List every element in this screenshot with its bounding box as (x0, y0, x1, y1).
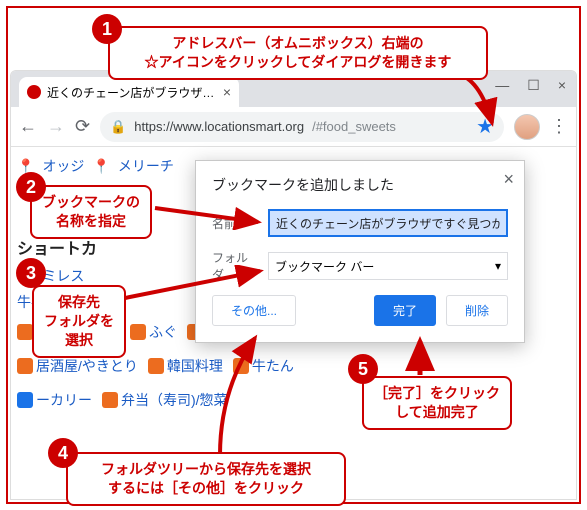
folder-label: フォルダ (212, 249, 256, 283)
badge-2: 2 (16, 172, 46, 202)
favicon (27, 85, 41, 99)
chip-icon (17, 358, 33, 374)
category-chip[interactable]: 牛たん (233, 353, 294, 379)
close-window-icon[interactable]: × (558, 77, 566, 94)
address-bar[interactable]: 🔒 https://www.locationsmart.org /#food_sw… (100, 112, 504, 142)
map-pin-icon: 📍 (92, 153, 109, 179)
chevron-down-icon: ▾ (495, 259, 501, 273)
place-link[interactable]: メリーチ (118, 153, 174, 179)
kebab-menu-icon[interactable]: ⋮ (550, 116, 568, 137)
name-label: 名前 (212, 215, 256, 232)
done-button[interactable]: 完了 (374, 295, 436, 326)
chip-icon (17, 324, 33, 340)
forward-icon[interactable]: → (47, 116, 65, 137)
tab-title: 近くのチェーン店がブラウザですぐ見つ (47, 84, 217, 101)
chip-label: ーカリー (36, 387, 92, 413)
chip-label: 牛たん (252, 353, 294, 379)
bookmark-name-input[interactable] (268, 209, 508, 237)
reload-icon[interactable]: ⟳ (75, 116, 90, 137)
dialog-close-icon[interactable]: × (503, 169, 514, 190)
badge-4: 4 (48, 438, 78, 468)
callout-3: 保存先 フォルダを 選択 (32, 285, 126, 358)
chip-icon (233, 358, 249, 374)
badge-3: 3 (16, 258, 46, 288)
maximize-icon[interactable]: ☐ (527, 77, 540, 94)
window-controls: — ☐ × (495, 77, 566, 94)
toolbar: ← → ⟳ 🔒 https://www.locationsmart.org /#f… (11, 107, 576, 147)
callout-2: ブックマークの 名称を指定 (30, 185, 152, 239)
category-chip[interactable]: 弁当（寿司)/惣菜 (102, 387, 228, 413)
category-chip[interactable]: ふぐ (130, 319, 177, 345)
bookmark-star-icon[interactable]: ★ (476, 114, 494, 139)
chip-label: 韓国料理 (167, 353, 223, 379)
chip-icon (148, 358, 164, 374)
badge-5: 5 (348, 354, 378, 384)
place-link[interactable]: オッジ (42, 153, 84, 179)
chip-icon (17, 392, 33, 408)
minimize-icon[interactable]: — (495, 77, 509, 94)
browser-tab[interactable]: 近くのチェーン店がブラウザですぐ見つ × (19, 77, 239, 107)
category-chip[interactable]: 韓国料理 (148, 353, 223, 379)
back-icon[interactable]: ← (19, 116, 37, 137)
profile-avatar[interactable] (514, 114, 540, 140)
bookmark-dialog: ブックマークを追加しました × 名前 フォルダ ブックマーク バー ▾ その他.… (195, 160, 525, 343)
tab-close-icon[interactable]: × (223, 84, 231, 100)
callout-5: ［完了］をクリック して追加完了 (362, 376, 512, 430)
delete-button[interactable]: 削除 (446, 295, 508, 326)
url-host: https://www.locationsmart.org (134, 119, 304, 134)
lock-icon: 🔒 (110, 119, 126, 135)
more-button[interactable]: その他... (212, 295, 296, 326)
chip-label: 弁当（寿司)/惣菜 (121, 387, 228, 413)
chip-icon (102, 392, 118, 408)
dialog-title: ブックマークを追加しました (212, 175, 508, 195)
callout-1: アドレスバー（オムニボックス）右端の ☆アイコンをクリックしてダイアログを開きま… (108, 26, 488, 80)
badge-1: 1 (92, 14, 122, 44)
category-chip[interactable]: ーカリー (17, 387, 92, 413)
url-path: /#food_sweets (312, 119, 396, 134)
chip-icon (130, 324, 146, 340)
folder-value: ブックマーク バー (275, 258, 374, 275)
callout-4: フォルダツリーから保存先を選択 するには［その他］をクリック (66, 452, 346, 506)
chip-label: ふぐ (149, 319, 177, 345)
folder-select[interactable]: ブックマーク バー ▾ (268, 252, 508, 280)
